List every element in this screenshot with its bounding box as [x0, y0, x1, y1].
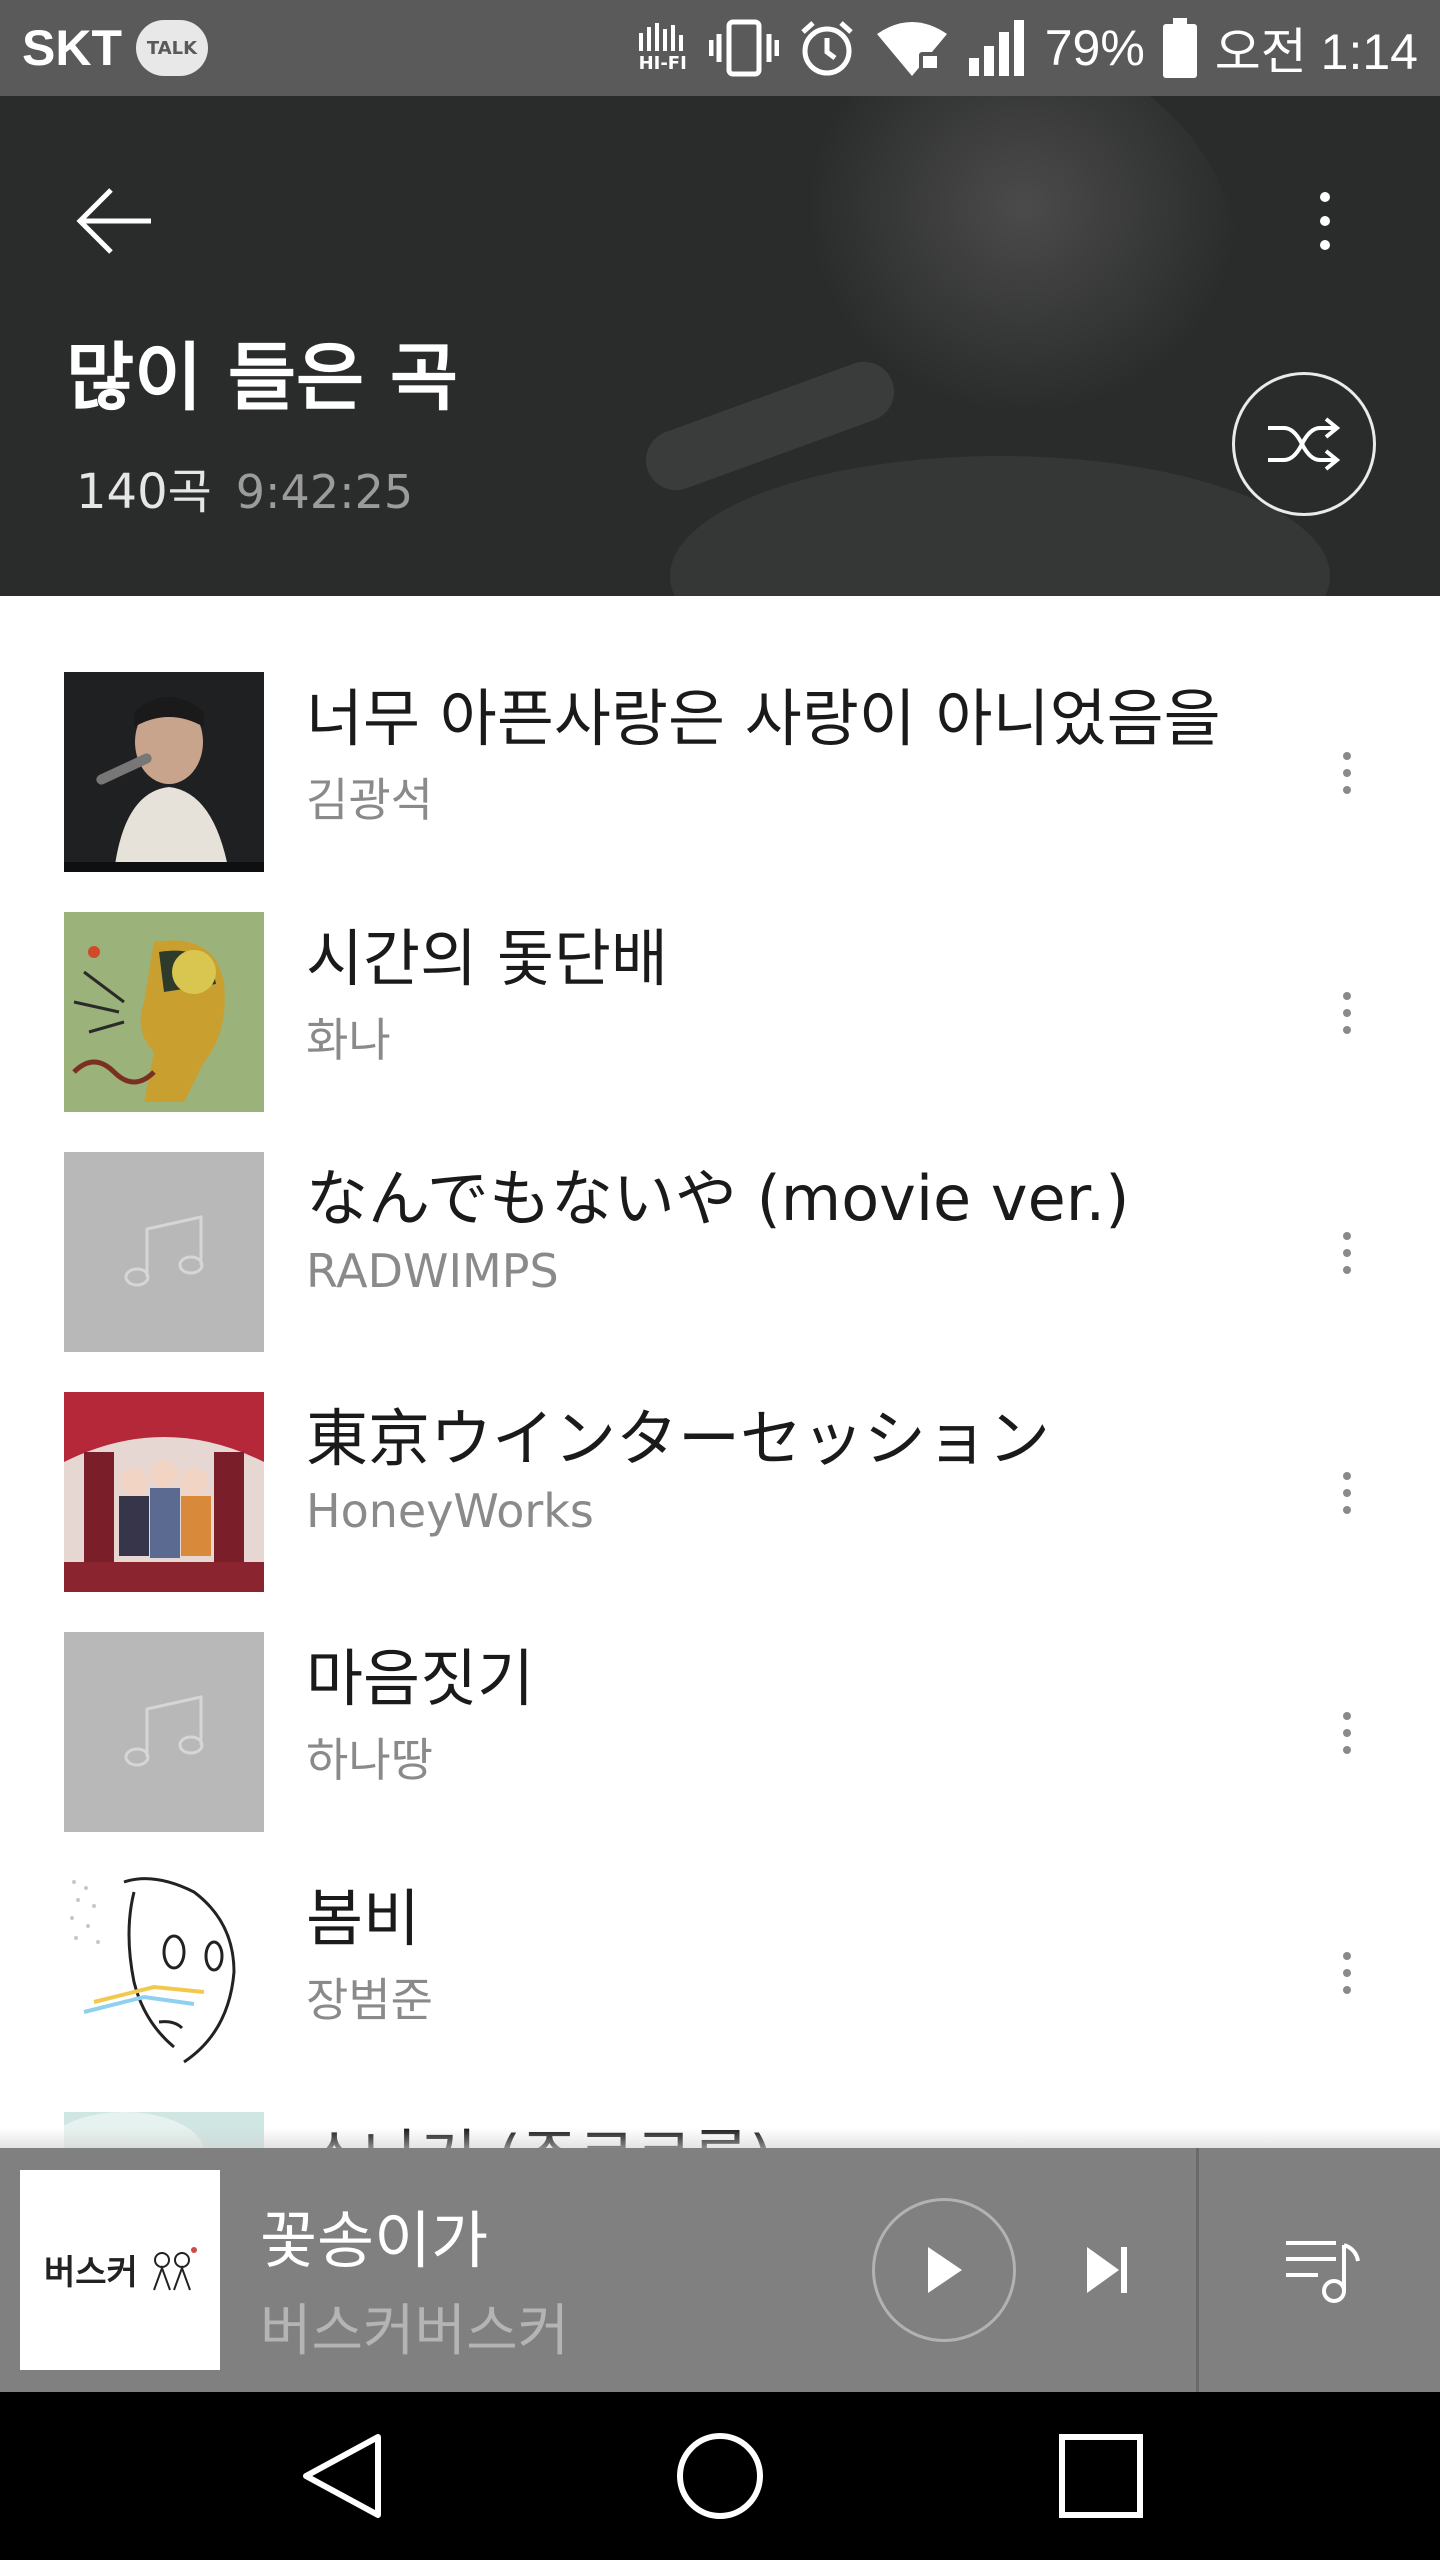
song-row[interactable]: 봄비 장범준	[0, 1796, 1440, 2072]
nav-back-button[interactable]	[276, 2416, 406, 2536]
hifi-label: HI-FI	[638, 53, 687, 74]
music-note-icon	[124, 1695, 204, 1767]
song-title: 봄비	[306, 1882, 421, 1955]
song-row[interactable]: なんでもないや (movie ver.) RADWIMPS	[0, 1076, 1440, 1352]
song-title: 시간의 돛단배	[306, 922, 668, 995]
song-artist: 하나땅	[306, 1733, 433, 1787]
shuffle-play-button[interactable]	[1232, 372, 1376, 516]
song-title: 東京ウインターセッション	[306, 1402, 1051, 1475]
song-more-button[interactable]	[1322, 1688, 1372, 1778]
song-artist: HoneyWorks	[306, 1484, 594, 1538]
song-more-button[interactable]	[1322, 1448, 1372, 1538]
shuffle-icon	[1268, 417, 1341, 471]
song-row[interactable]: 마음짓기 하나땅	[0, 1556, 1440, 1832]
playlist-queue-button[interactable]	[1264, 2210, 1384, 2330]
clock: 오전 1:14	[1214, 24, 1418, 80]
nav-recents-button[interactable]	[1036, 2416, 1166, 2536]
now-playing-artist: 버스커버스커	[260, 2299, 570, 2364]
song-count: 140곡	[76, 464, 212, 520]
battery-icon	[1162, 18, 1197, 78]
kakaotalk-icon: TALK	[136, 20, 208, 76]
song-more-button[interactable]	[1322, 1208, 1372, 1298]
home-circle-icon	[677, 2433, 763, 2519]
wifi-icon	[875, 18, 949, 78]
song-row[interactable]: 東京ウインターセッション HoneyWorks	[0, 1316, 1440, 1592]
list-bottom-fade	[0, 2128, 1440, 2148]
talk-label: TALK	[146, 37, 198, 59]
system-navigation-bar	[0, 2392, 1440, 2560]
carrier-label: SKT	[22, 20, 122, 76]
song-artist: 장범준	[306, 1973, 433, 2027]
playlist-meta: 140곡 9:42:25	[76, 452, 413, 522]
playlist-header: 많이 들은 곡 140곡 9:42:25	[0, 96, 1440, 596]
music-note-icon	[124, 1215, 204, 1287]
signal-icon	[967, 18, 1027, 78]
song-artist: RADWIMPS	[306, 1244, 559, 1298]
more-options-button[interactable]	[1270, 166, 1380, 276]
player-divider	[1196, 2148, 1199, 2392]
next-track-button[interactable]	[1068, 2230, 1148, 2310]
cover-text: 버스커	[44, 2253, 138, 2293]
song-more-button[interactable]	[1322, 1928, 1372, 2018]
song-more-button[interactable]	[1322, 968, 1372, 1058]
status-bar: SKT TALK HI-FI 79% 오전 1:14	[0, 0, 1440, 96]
song-row[interactable]: 너무 아픈사랑은 사랑이 아니었음을 김광석	[0, 596, 1440, 872]
song-more-button[interactable]	[1322, 728, 1372, 818]
now-playing-album-art: 버스커	[20, 2170, 220, 2370]
play-icon	[928, 2247, 962, 2293]
hifi-icon: HI-FI	[635, 23, 691, 73]
recents-square-icon	[1059, 2434, 1143, 2518]
skip-next-icon	[1087, 2247, 1127, 2293]
alarm-icon	[797, 18, 857, 78]
song-title: なんでもないや (movie ver.)	[306, 1162, 1130, 1235]
song-title: 너무 아픈사랑은 사랑이 아니었음을	[306, 682, 1221, 755]
song-artist: 화나	[306, 1013, 391, 1067]
now-playing-title: 꽃송이가	[260, 2204, 489, 2277]
battery-percent: 79%	[1044, 20, 1145, 76]
back-triangle-icon	[303, 2434, 381, 2518]
song-title: 마음짓기	[306, 1642, 535, 1715]
play-button[interactable]	[872, 2198, 1016, 2342]
playlist-title: 많이 들은 곡	[66, 335, 458, 421]
song-list[interactable]: 너무 아픈사랑은 사랑이 아니었음을 김광석 시간의 돛단배 화나 なんでもない…	[0, 596, 1440, 2148]
total-duration: 9:42:25	[235, 465, 414, 519]
nav-home-button[interactable]	[655, 2416, 785, 2536]
song-row[interactable]: 시간의 돛단배 화나	[0, 836, 1440, 1112]
mini-player[interactable]: 버스커 꽃송이가 버스커버스커	[0, 2148, 1440, 2392]
queue-music-icon	[1286, 2241, 1360, 2303]
song-artist: 김광석	[306, 773, 433, 827]
vibrate-icon	[708, 18, 779, 78]
back-button[interactable]	[60, 166, 170, 276]
